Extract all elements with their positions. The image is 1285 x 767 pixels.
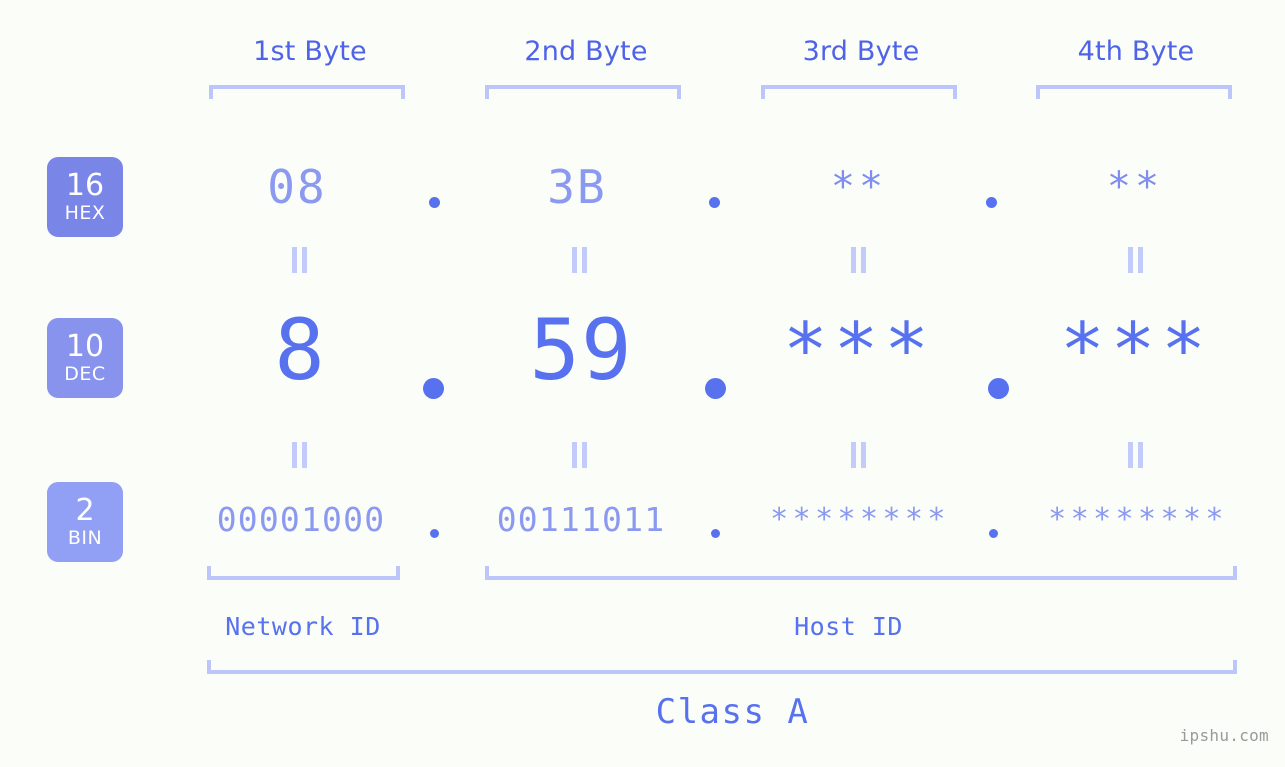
network-id-bracket — [207, 566, 400, 580]
equals-mark-dec-bin-1 — [292, 442, 308, 468]
base-badge-dec-number: 10 — [65, 329, 105, 364]
host-id-label: Host ID — [794, 612, 903, 641]
network-id-label: Network ID — [225, 612, 381, 641]
base-badge-dec: 10 DEC — [47, 318, 123, 398]
base-badge-bin-name: BIN — [67, 527, 103, 549]
hex-byte-2-value: 3B — [547, 160, 607, 214]
base-badge-dec-name: DEC — [64, 363, 106, 385]
byte-header-4: 4th Byte — [1077, 36, 1195, 67]
byte-header-2: 2nd Byte — [524, 36, 648, 67]
dec-dot-separator-1 — [423, 378, 444, 399]
dec-dot-separator-3 — [988, 378, 1009, 399]
base-badge-hex: 16 HEX — [47, 157, 123, 237]
hex-byte-4-value: ** — [1106, 164, 1164, 210]
equals-mark-dec-bin-4 — [1128, 442, 1144, 468]
hex-dot-separator-3 — [986, 197, 997, 208]
dec-byte-4-value: *** — [1060, 307, 1212, 393]
dec-byte-2-value: 59 — [529, 301, 633, 399]
byte-bracket-3 — [761, 85, 957, 99]
site-watermark: ipshu.com — [1179, 726, 1269, 745]
equals-mark-dec-bin-2 — [572, 442, 588, 468]
bin-dot-separator-3 — [989, 529, 998, 538]
bin-dot-separator-2 — [711, 529, 720, 538]
ip-byte-breakdown-diagram: 1st Byte 2nd Byte 3rd Byte 4th Byte 16 H… — [0, 0, 1285, 767]
bin-byte-1-value: 00001000 — [216, 500, 386, 539]
dec-dot-separator-2 — [705, 378, 726, 399]
bin-dot-separator-1 — [430, 529, 439, 538]
byte-bracket-1 — [209, 85, 405, 99]
bin-byte-4-value: ******** — [1048, 502, 1228, 537]
base-badge-bin: 2 BIN — [47, 482, 123, 562]
byte-bracket-2 — [485, 85, 681, 99]
host-id-bracket — [485, 566, 1237, 580]
hex-byte-3-value: ** — [830, 164, 888, 210]
base-badge-hex-number: 16 — [65, 168, 105, 203]
base-badge-bin-number: 2 — [75, 493, 95, 528]
bin-byte-2-value: 00111011 — [496, 500, 666, 539]
hex-dot-separator-2 — [709, 197, 720, 208]
byte-header-1: 1st Byte — [253, 36, 367, 67]
byte-bracket-4 — [1036, 85, 1232, 99]
dec-byte-1-value: 8 — [274, 301, 326, 399]
bin-byte-3-value: ******** — [770, 502, 950, 537]
equals-mark-hex-dec-1 — [292, 247, 308, 273]
hex-byte-1-value: 08 — [267, 160, 327, 214]
equals-mark-hex-dec-4 — [1128, 247, 1144, 273]
hex-dot-separator-1 — [429, 197, 440, 208]
class-bracket — [207, 660, 1237, 674]
base-badge-hex-name: HEX — [64, 202, 106, 224]
byte-header-3: 3rd Byte — [802, 36, 920, 67]
dec-byte-3-value: *** — [783, 307, 935, 393]
class-label: Class A — [655, 692, 810, 732]
equals-mark-hex-dec-3 — [851, 247, 867, 273]
equals-mark-dec-bin-3 — [851, 442, 867, 468]
equals-mark-hex-dec-2 — [572, 247, 588, 273]
